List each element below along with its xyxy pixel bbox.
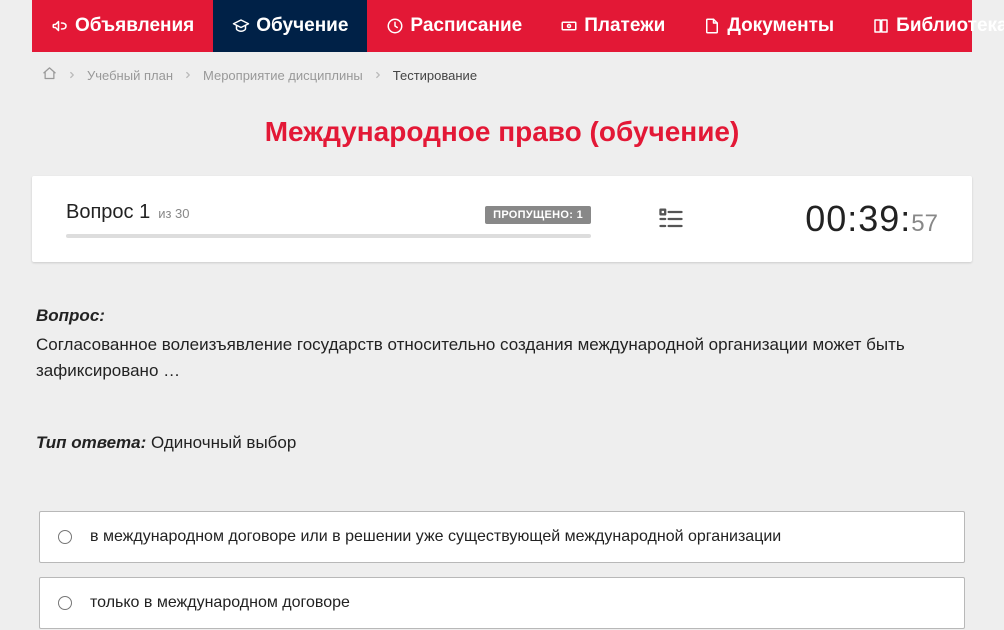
answer-type-value: Одиночный выбор bbox=[151, 433, 296, 452]
answers-list: в международном договоре или в решении у… bbox=[39, 511, 965, 630]
nav-label: Документы bbox=[727, 15, 834, 37]
nav-item-documents[interactable]: Документы bbox=[684, 0, 853, 52]
question-counter-row: Вопрос 1 из 30 ПРОПУЩЕНО: 1 bbox=[66, 201, 591, 224]
progress-bar bbox=[66, 234, 591, 238]
nav-label: Расписание bbox=[410, 15, 522, 37]
nav-item-schedule[interactable]: Расписание bbox=[367, 0, 541, 52]
status-navigator bbox=[591, 205, 751, 233]
question-body: Вопрос: Согласованное волеизъявление гос… bbox=[32, 306, 972, 453]
graduation-cap-icon bbox=[232, 17, 250, 35]
breadcrumb-link-plan[interactable]: Учебный план bbox=[87, 68, 173, 83]
breadcrumb-current: Тестирование bbox=[393, 68, 477, 83]
file-icon bbox=[703, 17, 721, 35]
clock-icon bbox=[386, 17, 404, 35]
timer-seconds: 57 bbox=[911, 210, 938, 238]
breadcrumb-link-event[interactable]: Мероприятие дисциплины bbox=[203, 68, 363, 83]
nav-item-library[interactable]: Библиотека bbox=[853, 0, 1004, 52]
chevron-right-icon bbox=[67, 70, 77, 80]
question-text: Согласованное волеизъявление государств … bbox=[36, 332, 968, 385]
breadcrumb: Учебный план Мероприятие дисциплины Тест… bbox=[32, 52, 972, 94]
megaphone-icon bbox=[51, 17, 69, 35]
answer-radio[interactable] bbox=[58, 530, 72, 544]
nav-item-payments[interactable]: Платежи bbox=[541, 0, 684, 52]
question-label: Вопрос: bbox=[36, 306, 105, 325]
page-title: Международное право (обучение) bbox=[17, 116, 987, 148]
answer-text: только в международном договоре bbox=[90, 594, 350, 612]
status-card: Вопрос 1 из 30 ПРОПУЩЕНО: 1 bbox=[32, 176, 972, 262]
question-total: из 30 bbox=[158, 206, 189, 221]
question-list-button[interactable] bbox=[656, 205, 686, 233]
timer: 00:39:57 bbox=[805, 198, 938, 240]
app-viewport[interactable]: Объявления Обучение Расписание Платежи bbox=[0, 0, 1004, 630]
answer-option[interactable]: в международном договоре или в решении у… bbox=[39, 511, 965, 563]
nav-label: Платежи bbox=[584, 15, 665, 37]
nav-label: Объявления bbox=[75, 15, 194, 37]
home-icon bbox=[42, 69, 57, 84]
top-nav: Объявления Обучение Расписание Платежи bbox=[32, 0, 972, 52]
chevron-right-icon bbox=[373, 70, 383, 80]
nav-item-announcements[interactable]: Объявления bbox=[32, 0, 213, 52]
breadcrumb-home[interactable] bbox=[42, 66, 57, 84]
answer-type-row: Тип ответа: Одиночный выбор bbox=[36, 433, 968, 453]
chevron-right-icon bbox=[183, 70, 193, 80]
banknote-icon bbox=[560, 17, 578, 35]
nav-item-learning[interactable]: Обучение bbox=[213, 0, 367, 52]
answer-radio[interactable] bbox=[58, 596, 72, 610]
question-label-row: Вопрос: bbox=[36, 306, 968, 326]
answer-option[interactable]: только в международном договоре bbox=[39, 577, 965, 629]
question-number: Вопрос 1 bbox=[66, 201, 150, 224]
nav-label: Библиотека bbox=[896, 15, 1004, 37]
book-icon bbox=[872, 17, 890, 35]
nav-label: Обучение bbox=[256, 15, 348, 37]
status-progress-block: Вопрос 1 из 30 ПРОПУЩЕНО: 1 bbox=[66, 201, 591, 238]
skipped-badge: ПРОПУЩЕНО: 1 bbox=[485, 206, 591, 224]
answer-type-label: Тип ответа: bbox=[36, 433, 146, 452]
timer-minutes: 00:39: bbox=[805, 198, 911, 240]
page-container: Объявления Обучение Расписание Платежи bbox=[17, 0, 987, 630]
answer-text: в международном договоре или в решении у… bbox=[90, 528, 781, 546]
